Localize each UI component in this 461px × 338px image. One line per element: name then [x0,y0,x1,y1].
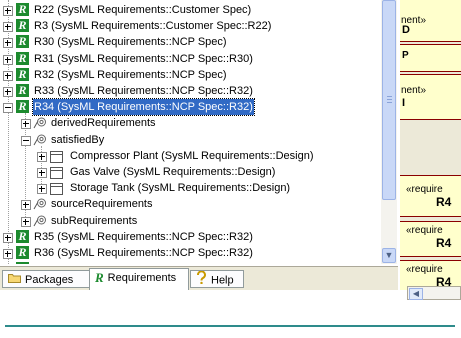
browser-tab-bar: Packages R Requirements Help [0,266,398,290]
requirement-box[interactable]: «require R4 [400,175,461,217]
diagram-pane[interactable]: nent» D P nent» I «require R4 «require R… [400,0,461,290]
expand-icon[interactable] [3,54,13,65]
tree-item-label: derivedRequirements [51,117,156,130]
requirement-r-icon: R [16,262,29,264]
divider [5,325,455,327]
tree-item-label: R33 (SysML Requirements::NCP Spec::R32) [34,85,253,97]
element-name: P [402,50,409,61]
tree-item-block[interactable]: Compressor Plant (SysML Requirements::De… [0,148,381,164]
tree-item-label: Gas Valve (SysML Requirements::Design) [70,166,276,178]
requirement-r-icon: R [16,67,29,81]
block-icon [50,183,63,196]
stereotype-label: nent» [401,85,427,96]
scroll-down-button[interactable]: ▼ [382,248,396,263]
requirement-r-icon: R [16,100,29,114]
expand-icon[interactable] [37,184,47,195]
stereotype-label: «require [406,184,443,195]
requirement-r-icon: R [95,270,104,286]
tree-item-requirement[interactable]: R R32 (SysML Requirements::NCP Spec) [0,67,381,83]
requirement-r-icon: R [16,3,29,16]
diagram-element[interactable]: P [400,44,461,72]
expand-icon[interactable] [21,200,31,211]
scrollbar-thumb[interactable] [382,0,396,200]
tree-item-label: satisfiedBy [51,133,105,146]
tree-item-requirement[interactable]: R R3 (SysML Requirements::Customer Spec::… [0,18,381,34]
tree-item-requirement[interactable]: R R30 (SysML Requirements::NCP Spec) [0,34,381,50]
element-name: D [402,24,410,36]
tab-requirements[interactable]: R Requirements [89,268,189,290]
tree-item-relation[interactable]: derivedRequirements [0,115,381,131]
tree-item-label: R34 (SysML Requirements::NCP Spec::R32) [32,98,255,117]
expand-icon[interactable] [3,87,13,97]
tree-item-label: R22 (SysML Requirements::Customer Spec) [34,4,252,16]
requirement-box[interactable]: «require R4 [400,221,461,257]
expand-icon[interactable] [3,70,13,81]
tree-item-label: R30 (SysML Requirements::NCP Spec) [34,36,227,49]
tree-item-requirement[interactable]: R R34 (SysML Requirements::NCP Spec::R32) [0,98,381,117]
requirement-r-icon: R [16,35,29,49]
tree-item-label: R3 (SysML Requirements::Customer Spec::R… [34,20,272,33]
tree-item-label: R37 (SysML Requirements::NCP Spec::R32) [33,261,254,264]
requirement-r-icon: R [16,19,29,33]
requirement-r-icon: R [16,246,29,259]
requirement-id: R4 [436,236,452,250]
block-icon [50,150,63,163]
requirement-r-icon: R [16,229,29,243]
relation-link-icon [33,198,47,210]
tree-item-block[interactable]: Gas Valve (SysML Requirements::Design) [0,164,381,180]
tab-requirements-label: Requirements [107,272,177,284]
tree-item-requirement[interactable]: R R35 (SysML Requirements::NCP Spec::R32) [0,229,381,245]
expand-icon[interactable] [21,216,31,227]
requirement-r-icon: R [16,51,29,65]
tree-item-label: Compressor Plant (SysML Requirements::De… [70,149,314,162]
tree-vertical-scrollbar[interactable]: ▼ [381,0,397,264]
tree-item-label: Storage Tank (SysML Requirements::Design… [70,182,291,195]
relation-link-icon [33,134,47,146]
question-icon [196,270,207,290]
tree-item-label: sourceRequirements [51,198,153,211]
diagram-element[interactable]: nent» D [400,0,461,42]
stereotype-label: «require [406,264,443,275]
tree-item-relation[interactable]: sourceRequirements [0,196,381,212]
tree-item-requirement[interactable]: R R37 (SysML Requirements::NCP Spec::R32) [0,261,381,264]
tab-packages[interactable]: Packages [2,270,90,288]
tab-help-label: Help [211,274,234,287]
tree-item-requirement[interactable]: R R22 (SysML Requirements::Customer Spec) [0,2,381,18]
collapse-icon[interactable] [21,135,31,146]
relation-link-icon [33,117,47,129]
tree-item-requirement[interactable]: R R36 (SysML Requirements::NCP Spec::R32) [0,245,381,261]
expand-icon[interactable] [3,22,13,33]
tree-item-label: R36 (SysML Requirements::NCP Spec::R32) [34,247,253,259]
relation-link-icon [33,215,47,227]
expand-icon[interactable] [3,6,13,16]
tree-item-block[interactable]: Storage Tank (SysML Requirements::Design… [0,180,381,196]
tree-item-label: R32 (SysML Requirements::NCP Spec) [34,68,227,81]
expand-icon[interactable] [3,249,13,259]
requirement-r-icon: R [16,84,29,97]
stereotype-label: «require [406,225,443,236]
requirements-tree[interactable]: R R22 (SysML Requirements::Customer Spec)… [0,0,398,264]
expand-icon[interactable] [3,232,13,243]
collapse-icon[interactable] [3,103,13,114]
expand-icon[interactable] [3,38,13,49]
tree-item-relation[interactable]: satisfiedBy [0,132,381,148]
tree-item-label: R31 (SysML Requirements::NCP Spec::R30) [34,52,253,65]
folder-icon [8,271,21,289]
element-name: I [402,97,406,109]
tree-item-requirement[interactable]: R R33 (SysML Requirements::NCP Spec::R32) [0,83,381,99]
expand-icon[interactable] [37,168,47,178]
diagram-element[interactable]: nent» I [400,74,461,120]
tree-item-label: R35 (SysML Requirements::NCP Spec::R32) [34,230,253,243]
expand-icon[interactable] [37,151,47,162]
tree-item-relation[interactable]: subRequirements [0,213,381,229]
diagram-horizontal-scrollbar[interactable]: ◀ [407,286,461,300]
tree-item-label: subRequirements [51,214,138,227]
requirement-id: R4 [436,195,452,209]
block-icon [50,167,63,179]
scroll-left-button[interactable]: ◀ [409,288,423,300]
expand-icon[interactable] [21,119,31,130]
tab-packages-label: Packages [25,274,74,286]
tree-item-requirement[interactable]: R R31 (SysML Requirements::NCP Spec::R30) [0,51,381,67]
tab-help[interactable]: Help [190,270,244,288]
